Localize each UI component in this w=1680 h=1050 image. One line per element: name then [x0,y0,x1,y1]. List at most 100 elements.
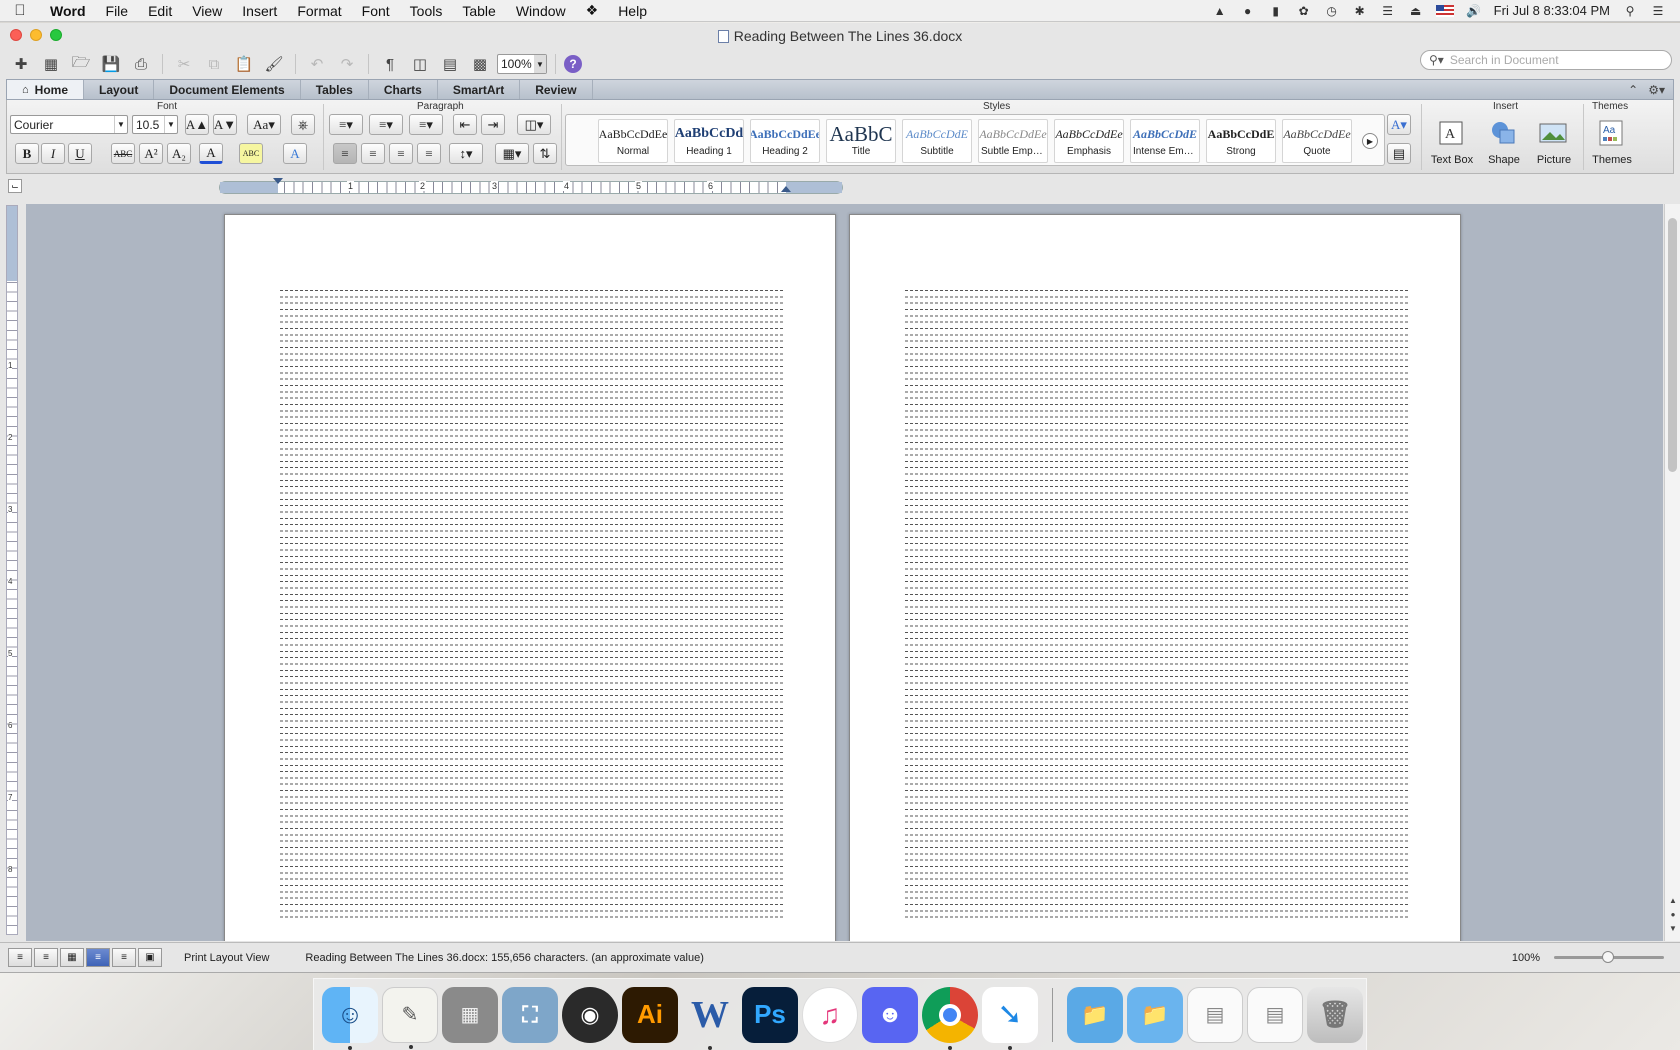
line-spacing-button[interactable]: ↕▾ [449,143,483,164]
time-machine-icon[interactable]: ◷ [1324,4,1340,18]
document-canvas[interactable] [26,204,1663,941]
eject-icon[interactable]: ⏏ [1408,4,1424,18]
style-strong[interactable]: AaBbCcDdE Strong [1206,119,1276,163]
next-page-icon[interactable]: ▼ [1667,922,1679,934]
document-proxy-icon[interactable] [717,29,729,43]
print-icon[interactable]: ⎙ [128,53,154,75]
document-stack-icon[interactable]: ▤ [1247,986,1303,1043]
menu-table[interactable]: Table [452,3,505,19]
word-icon[interactable]: W [682,987,738,1050]
menu-insert[interactable]: Insert [232,3,287,19]
format-painter-icon[interactable]: 🖌 [261,53,287,75]
wifi-icon[interactable]: ☰ [1380,4,1396,18]
undo-icon[interactable]: ↶ [304,53,330,75]
sidebar-toggle-icon[interactable]: ◫ [407,53,433,75]
save-icon[interactable]: 💾 [98,53,124,75]
horizontal-ruler[interactable]: 1 2 3 4 5 6 [219,178,843,194]
zoom-slider-knob[interactable] [1602,951,1614,963]
style-intense-emphasis[interactable]: AaBbCcDdE Intense Emp... [1130,119,1200,163]
style-title[interactable]: AaBbC Title [826,119,896,163]
preview-icon[interactable]: ⛶ [502,986,558,1043]
numbering-button[interactable]: ≡▾ [369,114,403,135]
browse-object-icon[interactable]: ● [1667,908,1679,920]
tab-document-elements[interactable]: Document Elements [154,80,301,99]
menu-help[interactable]: Help [608,3,657,19]
zoom-window-button[interactable] [50,29,62,41]
tab-home[interactable]: ⌂ Home [7,80,84,99]
menu-format[interactable]: Format [287,3,351,19]
themes-button[interactable]: Aa Themes [1589,114,1635,172]
styles-next-arrow-icon[interactable]: ▶ [1362,133,1378,149]
folder-icon[interactable]: 📁 [1067,986,1123,1043]
script-menu-icon[interactable]: ❖ [576,2,609,19]
battery-status-icon[interactable]: ▮ [1268,4,1284,18]
vertical-ruler[interactable]: 1 2 3 4 5 6 7 8 [6,205,18,935]
font-name-select[interactable]: Courier ▼ [10,115,128,134]
highlight-button[interactable]: ABC [239,143,263,164]
align-center-button[interactable]: ≡ [361,143,385,164]
text-styles-button[interactable]: A▾ [1387,114,1411,135]
scrollbar-thumb[interactable] [1668,218,1677,472]
trash-icon[interactable]: 🗑 [1307,986,1363,1043]
styles-pane-button[interactable]: ▤ [1387,143,1411,164]
copy-icon[interactable]: ⧉ [201,53,227,75]
menu-window[interactable]: Window [506,3,576,19]
style-subtle-emphasis[interactable]: AaBbCcDdEe Subtle Emph... [978,119,1048,163]
navigation-pane-icon[interactable]: ▤ [437,53,463,75]
shape-button[interactable]: Shape [1481,114,1527,172]
document-page-2[interactable] [849,214,1461,941]
finder-icon[interactable]: ☺ [322,986,378,1050]
text-box-button[interactable]: A Text Box [1429,114,1475,172]
font-size-select[interactable]: 10.5 ▼ [132,115,178,134]
photoshop-icon[interactable]: Ps [742,986,798,1043]
chrome-icon[interactable] [922,986,978,1050]
picture-button[interactable]: Picture [1531,114,1577,172]
superscript-button[interactable]: A² [139,143,163,164]
ribbon-settings-icon[interactable]: ⚙▾ [1648,83,1665,97]
multilevel-list-button[interactable]: ≡▾ [409,114,443,135]
help-icon[interactable]: ? [564,55,582,73]
redo-icon[interactable]: ↷ [334,53,360,75]
input-source-flag-icon[interactable] [1435,4,1454,17]
creative-cloud-status-icon[interactable]: ● [1240,4,1256,18]
zoom-select[interactable]: 100% ▼ [497,54,547,74]
subscript-button[interactable]: A₂ [167,143,191,164]
borders-button[interactable]: ▦▾ [495,143,529,164]
strikethrough-button[interactable]: ABC [111,143,135,164]
obs-icon[interactable]: ◉ [562,986,618,1043]
publishing-view-button[interactable]: ▦ [60,948,84,967]
font-color-button[interactable]: A [199,143,223,164]
open-icon[interactable]: 🗁 [68,53,94,75]
change-case-button[interactable]: Aa▾ [247,114,281,135]
document-stack-icon[interactable]: ▤ [1187,986,1243,1043]
previous-page-icon[interactable]: ▲ [1667,894,1679,906]
align-left-button[interactable]: ≡ [333,143,357,164]
menu-font[interactable]: Font [352,3,400,19]
shrink-font-button[interactable]: A▼ [213,114,237,135]
paste-icon[interactable]: 📋 [231,53,257,75]
menu-edit[interactable]: Edit [138,3,182,19]
discord-icon[interactable]: ☻ [862,986,918,1043]
tab-charts[interactable]: Charts [369,80,438,99]
cut-icon[interactable]: ✂ [171,53,197,75]
align-right-button[interactable]: ≡ [389,143,413,164]
columns-button[interactable]: ◫▾ [517,114,551,135]
style-subtitle[interactable]: AaBbCcDdE Subtitle [902,119,972,163]
first-line-indent-marker[interactable] [273,178,283,184]
justify-button[interactable]: ≡ [417,143,441,164]
zotero-icon[interactable]: ➘ [982,986,1038,1050]
sort-button[interactable]: ⇅ [533,143,557,164]
menu-file[interactable]: File [96,3,139,19]
grow-font-button[interactable]: A▲ [185,114,209,135]
increase-indent-button[interactable]: ⇥ [481,114,505,135]
tab-layout[interactable]: Layout [84,80,155,99]
clear-formatting-button[interactable]: ⎈ [291,114,315,135]
print-layout-view-button[interactable]: ≡ [86,948,110,967]
tab-review[interactable]: Review [520,80,593,99]
collapse-ribbon-icon[interactable]: ⌃ [1628,83,1638,97]
close-window-button[interactable] [10,29,22,41]
draft-view-button[interactable]: ≡ [8,948,32,967]
underline-button[interactable]: U [68,143,92,164]
italic-button[interactable]: I [41,143,65,164]
style-quote[interactable]: AaBbCcDdEe Quote [1282,119,1352,163]
